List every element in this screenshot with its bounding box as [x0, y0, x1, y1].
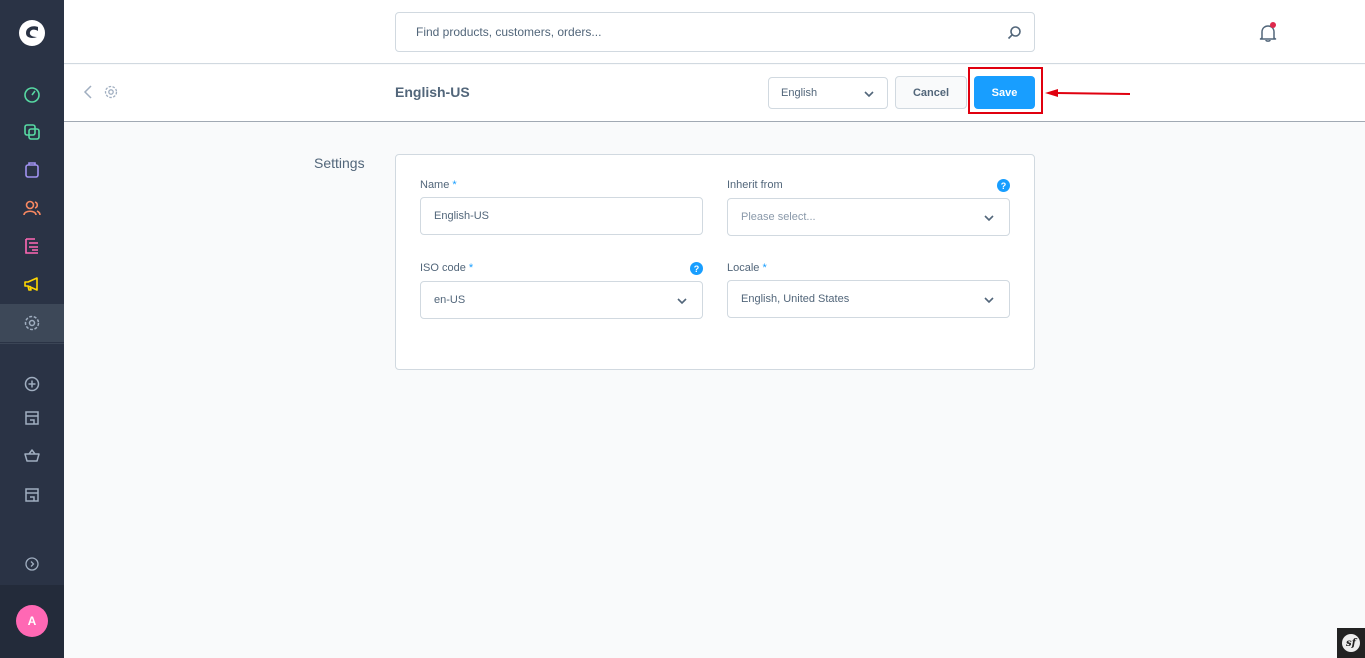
sidebar-item-catalogues[interactable]: [0, 113, 64, 151]
locale-value: English, United States: [741, 293, 850, 305]
inherit-from-help-icon[interactable]: ?: [997, 179, 1010, 192]
sidebar-item-storefront-2[interactable]: [0, 476, 64, 514]
section-label: Settings: [314, 155, 365, 171]
sidebar-item-marketing[interactable]: [0, 265, 64, 303]
iso-code-help-icon[interactable]: ?: [690, 262, 703, 275]
storefront-icon: [25, 488, 39, 502]
inherit-from-select[interactable]: Please select...: [727, 198, 1010, 236]
dashboard-icon: [24, 87, 40, 103]
sidebar-item-headless[interactable]: [0, 437, 64, 475]
inherit-from-placeholder: Please select...: [741, 211, 816, 223]
name-label: Name *: [420, 179, 457, 191]
symfony-logo-icon: sf: [1342, 634, 1360, 652]
sidebar-collapse-toggle[interactable]: [0, 545, 64, 583]
settings-card: Name * Inherit from ? Please select... I…: [395, 154, 1035, 370]
basket-icon: [24, 449, 40, 462]
name-input[interactable]: [434, 198, 702, 234]
sidebar-item-settings[interactable]: [0, 304, 64, 342]
shopware-logo-icon[interactable]: [16, 17, 48, 49]
cancel-button[interactable]: Cancel: [895, 76, 967, 109]
search-icon[interactable]: [1007, 25, 1022, 40]
page-title: English-US: [395, 84, 470, 100]
customers-icon: [23, 200, 41, 216]
sidebar-item-customers[interactable]: [0, 189, 64, 227]
iso-code-value: en-US: [434, 294, 466, 306]
language-switch-select[interactable]: English: [768, 77, 888, 109]
search-input[interactable]: [397, 14, 987, 50]
marketing-icon: [24, 277, 38, 291]
symfony-debug-toolbar-toggle[interactable]: sf: [1337, 628, 1365, 658]
sidebar-item-storefront[interactable]: [0, 399, 64, 437]
avatar[interactable]: A: [16, 605, 48, 637]
sidebar: A: [0, 0, 64, 658]
sidebar-item-dashboard[interactable]: [0, 75, 64, 113]
name-field[interactable]: [420, 197, 703, 235]
iso-code-label: ISO code *: [420, 262, 474, 274]
sidebar-divider: [0, 343, 64, 344]
inherit-from-label: Inherit from: [727, 179, 783, 191]
content-icon: [25, 238, 38, 254]
settings-icon: [104, 85, 118, 99]
sidebar-item-add-sales-channel[interactable]: [0, 365, 64, 403]
plus-circle-icon: [24, 376, 40, 392]
smart-bar: English-US English Cancel Save: [64, 65, 1365, 122]
sidebar-item-content[interactable]: [0, 227, 64, 265]
top-header: [64, 0, 1365, 64]
locale-label: Locale *: [727, 262, 767, 274]
locale-select[interactable]: English, United States: [727, 280, 1010, 318]
language-switch-value: English: [781, 87, 818, 99]
annotation-arrow-icon: [1045, 89, 1131, 97]
settings-icon: [24, 315, 40, 331]
iso-code-select[interactable]: en-US: [420, 281, 703, 319]
sidebar-item-orders[interactable]: [0, 151, 64, 189]
chevron-circle-icon: [25, 557, 39, 571]
chevron-down-icon: [677, 298, 687, 305]
storefront-icon: [25, 411, 39, 425]
global-search[interactable]: [395, 12, 1035, 52]
chevron-down-icon: [984, 215, 994, 222]
chevron-down-icon: [984, 297, 994, 304]
orders-icon: [25, 162, 39, 178]
catalogue-icon: [24, 124, 40, 140]
annotation-highlight-box: [968, 67, 1043, 114]
notification-dot: [1270, 22, 1276, 28]
back-arrow-icon[interactable]: [82, 84, 94, 100]
chevron-down-icon: [864, 91, 874, 98]
